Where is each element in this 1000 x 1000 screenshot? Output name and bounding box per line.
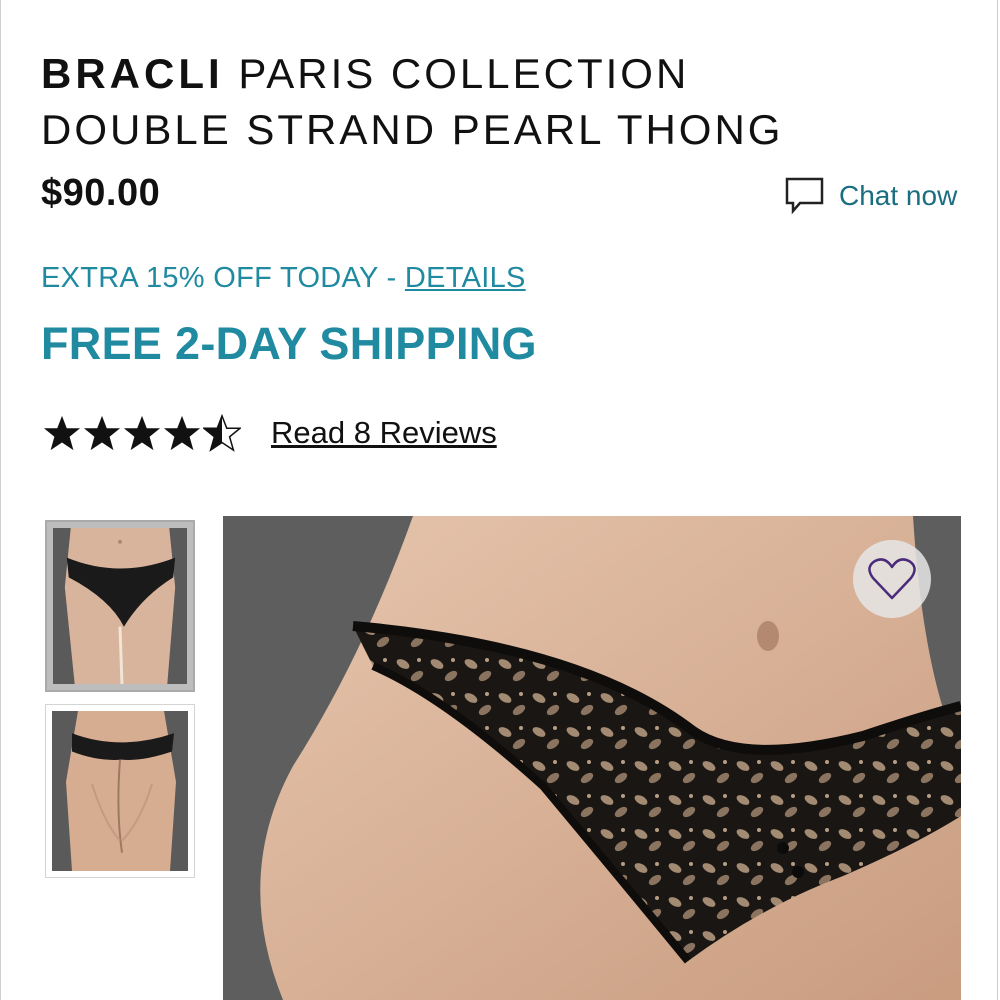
product-brand: BRACLI — [41, 50, 224, 97]
chat-now-label: Chat now — [839, 180, 958, 211]
star-half-icon — [203, 414, 241, 452]
product-title: BRACLI PARIS COLLECTION DOUBLE STRAND PE… — [41, 46, 881, 158]
heart-icon — [868, 558, 916, 600]
product-page: BRACLI PARIS COLLECTION DOUBLE STRAND PE… — [0, 0, 998, 1000]
gallery-thumbnail-back[interactable] — [45, 704, 195, 878]
product-thumbnail-image — [53, 528, 187, 684]
product-main-image[interactable] — [223, 516, 961, 1000]
read-reviews-link[interactable]: Read 8 Reviews — [271, 415, 497, 451]
promo-banner: EXTRA 15% OFF TODAY - DETAILS — [41, 262, 526, 295]
chat-now-button[interactable]: Chat now — [785, 174, 957, 218]
promo-text: EXTRA 15% OFF TODAY - — [41, 262, 405, 294]
star-full-icon — [43, 415, 81, 451]
rating: Read 8 Reviews — [43, 414, 497, 452]
product-thumbnail-image — [52, 711, 188, 871]
star-rating — [43, 414, 241, 452]
gallery-thumbnail-front[interactable] — [45, 520, 195, 692]
star-full-icon — [83, 415, 121, 451]
favorite-button[interactable] — [853, 540, 931, 618]
chat-bubble-icon — [785, 177, 824, 215]
star-full-icon — [163, 415, 201, 451]
product-photo — [223, 516, 961, 1000]
shipping-banner: FREE 2-DAY SHIPPING — [41, 318, 537, 369]
promo-details-link[interactable]: DETAILS — [405, 262, 526, 294]
product-price: $90.00 — [41, 172, 161, 214]
star-full-icon — [123, 415, 161, 451]
